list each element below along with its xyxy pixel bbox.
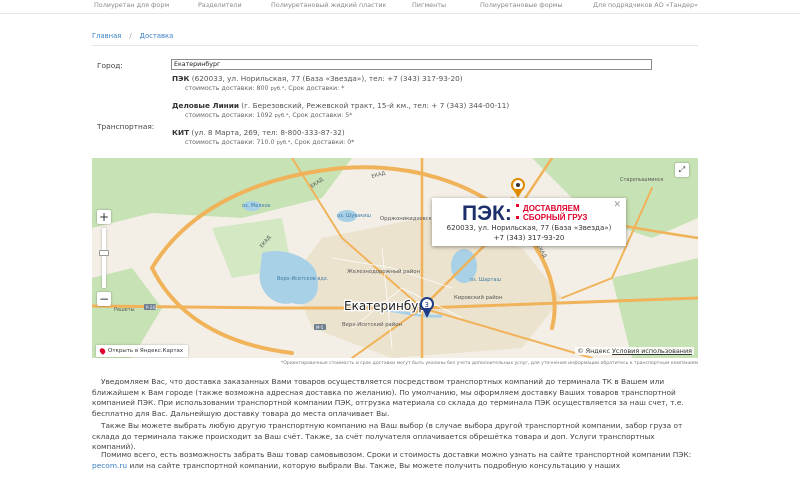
map-label-shartash: оз. Шарташ [470, 277, 501, 283]
nav-link-liquid-plastic[interactable]: Полиуретановый жидкий пластик [271, 1, 386, 9]
breadcrumb: Главная / Доставка [92, 32, 173, 40]
nav-link-separators[interactable]: Разделители [198, 1, 242, 9]
popup-close-icon[interactable]: ✕ [613, 200, 621, 210]
carrier-cost: стоимость доставки: 710.0 руб.*, Срок до… [185, 139, 355, 146]
map-copyright: © Яндекс Условия использования [575, 347, 694, 355]
copyright-text: © Яндекс [577, 347, 610, 355]
nav-link-polyurethane-forms[interactable]: Полиуретановые формы [480, 1, 563, 9]
nav-link-polyurethane-for-molds[interactable]: Полиуретан для форм [94, 1, 169, 9]
map-label-city: Екатеринбург [344, 299, 432, 313]
map-label-reshety: Решеты [114, 307, 135, 313]
carrier-details: (г. Березовский, Режевской тракт, 15-й к… [241, 101, 510, 110]
pek-slogan-line-2: СБОРНЫЙ ГРУЗ [523, 213, 587, 222]
carrier-option-delovye-linii[interactable]: Деловые Линии (г. Березовский, Режевской… [172, 101, 509, 119]
delivery-estimate-note: *Ориентировочные стоимость и срок достав… [280, 361, 698, 366]
map-label-verkh-isetsky: Верх-Исетский район [342, 321, 402, 328]
svg-text:M-5: M-5 [316, 325, 324, 330]
kit-marker-number: 3 [425, 301, 429, 309]
carrier-details: (620033, ул. Норильская, 77 (База «Звезд… [191, 74, 463, 83]
map-label-staropyshminsk: Старопышминск [620, 177, 664, 183]
nav-link-tander-contractors[interactable]: Для подрядчиков АО «Тандер» [593, 1, 698, 9]
fullscreen-icon[interactable]: ⤢ [675, 163, 689, 177]
delivery-paragraph-2: Также Вы можете выбрать любую другую тра… [92, 421, 683, 452]
zoom-in-button[interactable]: + [97, 210, 111, 224]
carrier-option-pek[interactable]: ПЭК (620033, ул. Норильская, 77 (База «З… [172, 74, 463, 92]
delivery-paragraph-1: Уведомляем Вас, что доставка заказанных … [92, 377, 684, 418]
nav-link-pigments[interactable]: Пигменты [412, 1, 446, 9]
breadcrumb-separator: / [129, 32, 132, 40]
zoom-slider-handle[interactable] [99, 250, 109, 256]
open-in-yandex-label[interactable]: Открыть в Яндекс.Картах [96, 345, 189, 357]
yandex-map[interactable]: ЕКАД ЕКАД ЕКАД ЕКАД Старопышминск Орджон… [92, 158, 698, 358]
carrier-option-kit[interactable]: КИТ (ул. 8 Марта, 269, тел: 8-800-333-87… [172, 128, 354, 146]
carrier-details: (ул. 8 Марта, 269, тел: 8-800-333-87-32) [191, 128, 345, 137]
map-label-reservoir: Верх-Исетское вдх. [277, 276, 329, 282]
map-canvas: ЕКАД ЕКАД ЕКАД ЕКАД Старопышминск Орджон… [92, 158, 698, 358]
pek-logo-text: ПЭК: [462, 202, 512, 223]
pecom-link[interactable]: pecom.ru [92, 461, 127, 470]
carrier-name: ПЭК [172, 74, 190, 83]
pek-logo: ПЭК: ДОСТАВЛЯЕМ СБОРНЫЙ ГРУЗ [462, 202, 587, 223]
zoom-out-button[interactable]: − [97, 292, 111, 306]
city-input[interactable]: Екатеринбург [171, 59, 652, 70]
breadcrumb-divider [92, 45, 698, 46]
svg-text:P-242: P-242 [146, 305, 158, 310]
map-label-shuvakish: оз. Шувакиш [337, 213, 371, 219]
zoom-slider[interactable] [102, 228, 106, 288]
delivery-paragraph-3: Помимо всего, есть возможность забрать В… [92, 450, 692, 470]
pek-slogan-line-1: ДОСТАВЛЯЕМ [523, 204, 580, 213]
map-label-zheleznodorozhny: Железнодорожный район [347, 268, 420, 275]
transport-label: Транспортная: [97, 122, 155, 131]
popup-address: 620033, ул. Норильская, 77 (База «Звезда… [446, 223, 612, 232]
carrier-name: Деловые Линии [172, 101, 239, 110]
breadcrumb-home[interactable]: Главная [92, 32, 121, 40]
carrier-cost: стоимость доставки: 1092 руб.*, Срок дос… [185, 112, 353, 119]
breadcrumb-current[interactable]: Доставка [140, 32, 174, 40]
carrier-cost: стоимость доставки: 800 руб.*, Срок дост… [185, 85, 345, 92]
map-label-melkoe: оз. Мелкое [242, 203, 271, 209]
popup-phone: +7 (343) 317-93-20 [493, 233, 565, 242]
carrier-name: КИТ [172, 128, 190, 137]
terms-link[interactable]: Условия использования [612, 347, 692, 355]
pek-info-popup: ПЭК: ДОСТАВЛЯЕМ СБОРНЫЙ ГРУЗ ✕ 620033, у… [432, 198, 626, 246]
city-label: Город: [97, 61, 123, 70]
top-navigation: Полиуретан для форм Разделители Полиурет… [0, 0, 800, 14]
map-label-kirovsky: Кировский район [454, 294, 502, 301]
